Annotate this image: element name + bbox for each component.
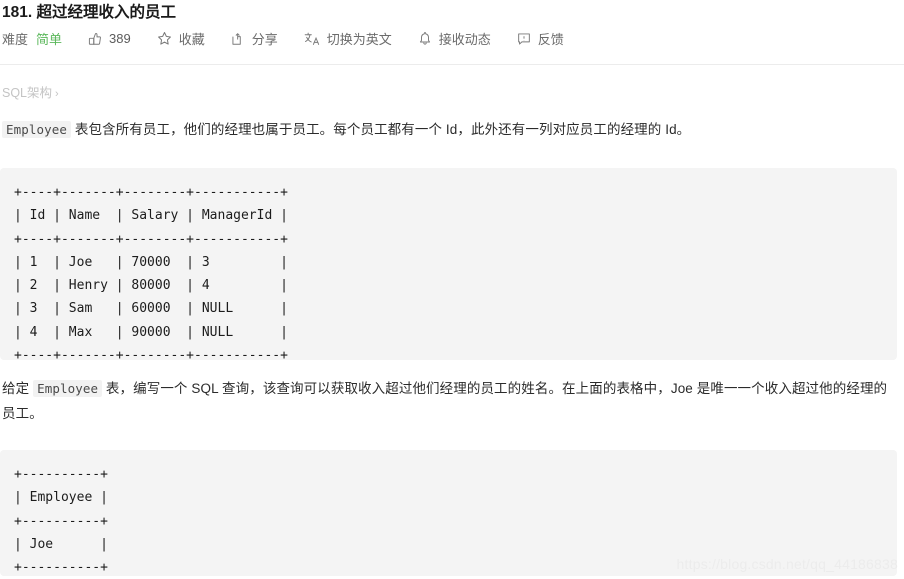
description-paragraph-2-pre: 给定 (2, 381, 34, 396)
subscribe-button[interactable]: 接收动态 (418, 29, 491, 48)
breadcrumb[interactable]: SQL架构 › (2, 82, 59, 101)
employee-table-codeblock: +----+-------+--------+-----------+ | Id… (0, 168, 897, 363)
subscribe-label: 接收动态 (438, 32, 491, 47)
watermark: https://blog.csdn.net/qq_44186838 (676, 556, 898, 572)
difficulty-badge: 简单 (36, 32, 63, 47)
description-paragraph-2-text: 表，编写一个 SQL 查询，该查询可以获取收入超过他们经理的员工的姓名。在上面的… (2, 381, 888, 421)
feedback-label: 反馈 (537, 32, 564, 47)
chevron-right-icon: › (55, 88, 59, 100)
comment-alert-icon (517, 32, 531, 46)
thumbs-up-icon (88, 32, 102, 46)
favorite-label: 收藏 (178, 32, 205, 47)
bell-icon (418, 31, 432, 46)
difficulty-group: 难度 简单 (2, 29, 62, 48)
problem-page: 181. 超过经理收入的员工 难度 简单 389 收藏 分享 切换为英文 接收动… (0, 0, 904, 576)
favorite-button[interactable]: 收藏 (157, 29, 205, 48)
header-divider (0, 64, 904, 65)
like-button[interactable]: 389 (88, 31, 131, 46)
translate-label: 切换为英文 (326, 32, 392, 47)
share-button[interactable]: 分享 (231, 29, 278, 48)
like-count: 389 (109, 31, 131, 46)
translate-button[interactable]: 切换为英文 (304, 29, 392, 48)
share-label: 分享 (251, 32, 278, 47)
breadcrumb-label: SQL架构 (2, 86, 53, 100)
star-icon (157, 31, 172, 46)
description-paragraph-1: Employee 表包含所有员工，他们的经理也属于员工。每个员工都有一个 Id，… (2, 117, 898, 142)
inline-code-employee-2: Employee (33, 380, 103, 397)
feedback-button[interactable]: 反馈 (517, 29, 564, 48)
problem-toolbar: 难度 简单 389 收藏 分享 切换为英文 接收动态 反馈 (2, 29, 564, 48)
translate-icon (304, 32, 320, 46)
description-paragraph-2: 给定 Employee 表，编写一个 SQL 查询，该查询可以获取收入超过他们经… (2, 376, 892, 426)
inline-code-employee: Employee (2, 121, 72, 138)
description-paragraph-1-text: 表包含所有员工，他们的经理也属于员工。每个员工都有一个 Id，此外还有一列对应员… (71, 122, 691, 137)
page-title: 181. 超过经理收入的员工 (2, 4, 176, 21)
difficulty-label: 难度 (2, 32, 29, 47)
share-icon (231, 32, 245, 46)
